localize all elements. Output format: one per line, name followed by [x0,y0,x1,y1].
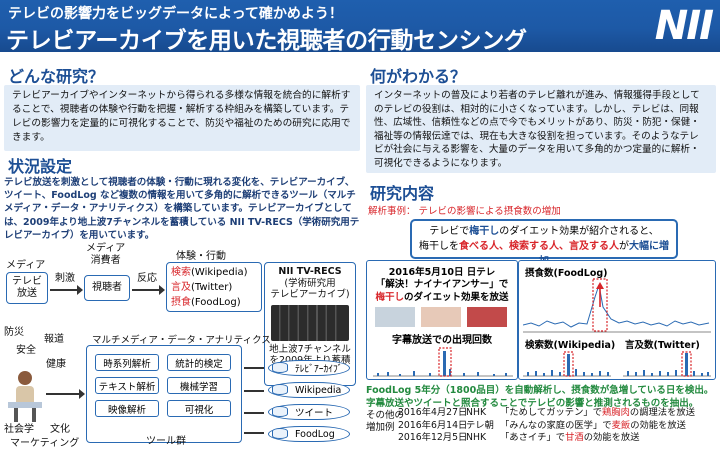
wikipedia-chart [523,351,611,377]
domain-disaster: 防災 [4,327,24,338]
caption-count-label: 字幕放送での出現回数 [392,335,492,346]
other-examples-list: 2016年4月27日NHK 「ためしてガッテン」で鶏胸肉の調理法を放送 2016年… [398,407,695,445]
broadcast-program: 「解決！ナイナイアンサー」で [375,279,509,290]
source-tv-archive: ﾃﾚﾋﾞｱｰｶｲﾌﾞ [268,360,350,376]
wikipedia-chart-label: 検索数(Wikipedia) [525,340,616,351]
title-banner: テレビの影響力をビッグデータによって確かめよう！ テレビアーカイブを用いた視聴者… [0,0,720,54]
tool-timeseries: 時系列解析 [95,354,159,371]
tool-visualization: 可視化 [167,400,231,417]
nii-tvrecs-sub1: (学術研究用 [284,277,336,289]
broadcast-thumbnails [375,307,507,327]
behavior-eat: 摂食(FoodLog) [171,297,241,308]
analytics-arrow [46,389,85,399]
what-research-panel: テレビアーカイブやインターネットから得られる多様な情報を統合的に解析することで、… [4,85,360,151]
broadcast-topic: 梅干しのダイエット効果を放送 [375,292,509,303]
source-wikipedia: Wikipedia [268,382,350,398]
source-foodlog: FoodLog [268,426,350,442]
domain-health: 健康 [46,359,66,370]
source-connector-1 [244,367,264,369]
stimulus-label: 刺激 [55,273,75,284]
tool-machine-learning: 機械学習 [167,377,231,394]
heading-what-research: どんな研究？ [8,67,105,86]
tools-label: ツール群 [146,436,186,447]
tool-text-analysis: テキスト解析 [95,377,159,394]
nii-tvrecs-title: NII TV-RECS [278,266,342,277]
domain-marketing: マーケティング [10,438,80,449]
other-example-row: 2016年6月14日テレ朝 「みんなの家庭の医学」で麦飯の効能を放送 [398,419,686,431]
domain-safety: 安全 [16,345,36,356]
heading-situation: 状況設定 [8,157,73,176]
domain-culture: 文化 [50,424,70,435]
heading-what-learn: 何がわかる？ [370,67,467,86]
behavior-search: 検索(Wikipedia) [171,267,248,278]
source-connector-3 [244,412,264,414]
reaction-label: 反応 [137,273,157,284]
reaction-arrow [132,285,165,295]
behavior-mention: 言及(Twitter) [171,282,233,293]
viewer-box: 視聴者 [84,275,130,301]
situation-text: テレビ放送を刺激として視聴者の体験・行動に現れる変化を、テレビアーカイブ、ツイー… [4,177,360,241]
broadcast-example-panel: 2016年5月10日 日テレ 「解決！ナイナイアンサー」で 梅干しのダイエット効… [366,260,518,380]
source-connector-2 [244,390,264,392]
umeboshi-effect-box: テレビで梅干しのダイエット効果が紹介されると、 梅干しを食べる人、検索する人、言… [410,219,678,267]
other-example-row: 2016年4月27日NHK 「ためしてガッテン」で鶏胸肉の調理法を放送 [398,407,695,418]
mma-title: マルチメディア・データ・アナリティクス [92,335,271,346]
banner-title: テレビアーカイブを用いた視聴者の行動センシング [6,28,527,54]
nii-tvrecs-sub2: テレビアーカイブ) [270,289,350,300]
media-label: メディア [6,260,46,271]
behavior-label: 体験・行動 [176,251,226,262]
tool-video-analysis: 映像解析 [95,400,159,417]
banner-subtitle: テレビの影響力をビッグデータによって確かめよう！ [8,6,343,22]
tv-broadcast-box: テレビ 放送 [6,272,48,304]
behavior-box: 検索(Wikipedia) 言及(Twitter) 摂食(FoodLog) [166,262,262,312]
source-connector-4 [244,432,264,434]
effect-line-1: テレビで梅干しのダイエット効果が紹介されると、 [429,226,659,237]
tool-statistical-test: 統計的検定 [167,354,231,371]
nii-tvrecs-note1: 地上波7チャンネル [269,343,351,355]
source-tweets: ツイート [268,404,350,420]
twitter-chart [623,351,711,377]
response-charts-panel: 摂食数(FoodLog) 検索数(Wikipedia) 言及数(Twitter) [518,260,716,380]
foodlog-chart [523,278,711,333]
analyst-person-icon [8,371,42,422]
stimulus-arrow [50,285,83,295]
other-example-row: 2016年12月5日NHK 「あさイチ」で甘酒の効能を放送 [398,432,640,443]
domain-sociology: 社会学 [4,424,34,435]
analytics-tools-box: 時系列解析 統計的検定 テキスト解析 機械学習 映像解析 可視化 [86,345,242,443]
server-rack-image [271,304,349,341]
twitter-chart-label: 言及数(Twitter) [625,340,700,351]
analysis-example-label: 解析事例： テレビの影響による摂食数の増加 [368,206,561,217]
domain-news: 報道 [44,334,64,345]
consumer-label: メディア 消費者 [86,243,126,266]
nii-logo: NII [654,3,714,49]
heading-research: 研究内容 [370,184,435,203]
what-learn-panel: インターネットの普及により若者のテレビ離れが進み、情報獲得手段としてのテレビの役… [366,85,716,173]
caption-count-chart [373,347,513,377]
